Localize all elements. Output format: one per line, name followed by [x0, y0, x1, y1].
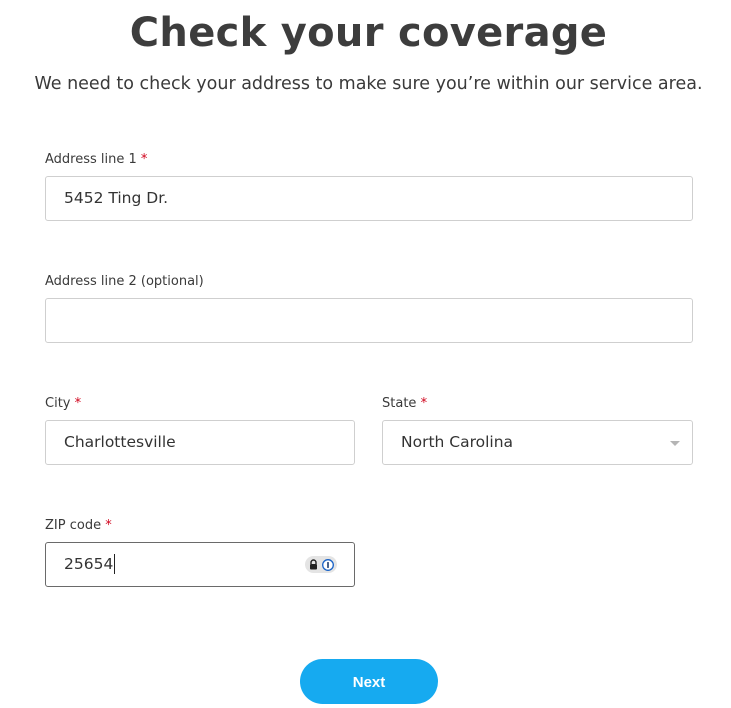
city-input[interactable]: Charlottesville	[45, 420, 355, 465]
required-marker: *	[420, 396, 428, 411]
coverage-page: Check your coverage We need to check you…	[0, 0, 731, 708]
zip-code-label-text: ZIP code	[45, 518, 102, 533]
city-label: City *	[45, 396, 81, 411]
page-title: Check your coverage	[129, 10, 608, 56]
password-manager-button[interactable]	[305, 556, 337, 573]
address-line-2-input[interactable]	[45, 298, 693, 343]
state-label: State *	[382, 396, 427, 411]
city-label-text: City	[45, 396, 71, 411]
state-selected-value: North Carolina	[401, 433, 514, 451]
zip-code-input[interactable]: 25654	[45, 542, 355, 587]
required-marker: *	[140, 152, 148, 167]
address-line-1-label: Address line 1 *	[45, 152, 147, 167]
zip-code-label: ZIP code *	[45, 518, 112, 533]
address-line-2-label-text: Address line 2 (optional)	[45, 274, 204, 289]
zip-code-value: 25654	[64, 555, 114, 573]
info-icon	[321, 558, 334, 571]
required-marker: *	[105, 518, 112, 533]
text-caret	[114, 553, 116, 574]
next-button[interactable]: Next	[300, 659, 438, 704]
lock-icon	[310, 559, 318, 570]
required-marker: *	[74, 396, 82, 411]
chevron-down-icon	[670, 441, 680, 446]
city-value: Charlottesville	[64, 433, 176, 451]
address-line-2-label: Address line 2 (optional)	[45, 274, 204, 289]
address-line-1-label-text: Address line 1	[45, 152, 137, 167]
state-select[interactable]: North Carolina	[382, 420, 693, 465]
address-line-1-value: 5452 Ting Dr.	[64, 189, 169, 207]
page-subtitle: We need to check your address to make su…	[34, 74, 703, 94]
state-label-text: State	[382, 396, 417, 411]
address-line-1-input[interactable]: 5452 Ting Dr.	[45, 176, 693, 221]
